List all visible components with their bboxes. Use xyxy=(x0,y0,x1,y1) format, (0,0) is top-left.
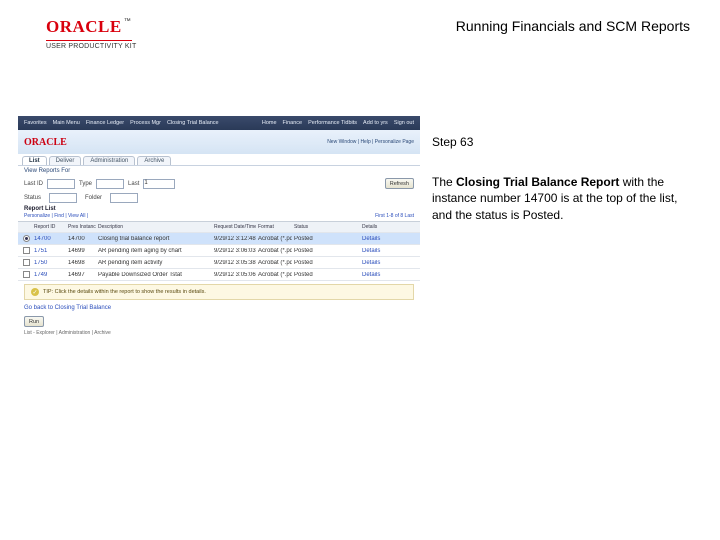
cell-format: Acrobat (*.pdf) xyxy=(256,248,292,254)
run-button[interactable]: Run xyxy=(24,316,44,327)
grid-meta-left[interactable]: Personalize | Find | View All | xyxy=(24,213,88,219)
step-label: Step 63 xyxy=(432,134,692,150)
cell-details[interactable]: Details xyxy=(360,272,390,278)
topbar-item[interactable]: Finance xyxy=(283,120,303,126)
tip-icon: ✓ xyxy=(31,288,39,296)
label-folder: Folder xyxy=(85,195,102,201)
row-checkbox[interactable] xyxy=(23,247,30,254)
page-actions[interactable]: New Window | Help | Personalize Page xyxy=(327,139,414,145)
cell-details[interactable]: Details xyxy=(360,248,390,254)
grid-header-row: Report ID Pres Instance Description Requ… xyxy=(18,222,420,233)
cell-description: Closing trial balance report xyxy=(96,236,212,242)
app-logo: ORACLE xyxy=(24,137,67,148)
cell-details[interactable]: Details xyxy=(360,236,390,242)
cell-report-id[interactable]: 1750 xyxy=(32,260,66,266)
instruction-bold: Closing Trial Balance Report xyxy=(456,175,619,189)
cell-description: AR pending item aging by chart xyxy=(96,248,212,254)
cell-report-id[interactable]: 14700 xyxy=(32,236,66,242)
col-description: Description xyxy=(96,224,212,230)
app-topbar: Favorites Main Menu Finance Ledger Proce… xyxy=(18,116,420,130)
cell-details[interactable]: Details xyxy=(360,260,390,266)
tab-bar: List Deliver Administration Archive xyxy=(18,154,420,166)
label-status: Status xyxy=(24,195,41,201)
tab-administration[interactable]: Administration xyxy=(83,156,135,165)
cell-format: Acrobat (*.pdf) xyxy=(256,272,292,278)
select-folder[interactable] xyxy=(110,193,138,203)
filter-row-1: Last ID Type Last 1 Refresh xyxy=(18,176,420,191)
cell-datetime: 9/29/12 3:06:03PM xyxy=(212,248,256,254)
row-radio[interactable] xyxy=(23,235,30,242)
grid-meta-right[interactable]: First 1-8 of 8 Last xyxy=(375,213,414,219)
tab-deliver[interactable]: Deliver xyxy=(49,156,82,165)
col-datetime: Request Date/Time xyxy=(212,224,256,230)
oracle-logo: ORACLE™ USER PRODUCTIVITY KIT xyxy=(46,18,136,50)
cell-status: Posted xyxy=(292,248,328,254)
cell-instance: 14700 xyxy=(66,236,96,242)
cell-format: Acrobat (*.pdf) xyxy=(256,260,292,266)
input-last[interactable]: 1 xyxy=(143,179,175,189)
page-title: Running Financials and SCM Reports xyxy=(456,18,690,34)
instruction-pre: The xyxy=(432,175,456,189)
cell-status: Posted xyxy=(292,272,328,278)
cell-format: Acrobat (*.pdf) xyxy=(256,236,292,242)
cell-datetime: 9/29/12 3:12:48PM xyxy=(212,236,256,242)
logo-tm: ™ xyxy=(124,18,131,25)
table-row[interactable]: 1749 14697 Payable Downsized Order Tstat… xyxy=(18,269,420,281)
label-type: Type xyxy=(79,181,92,187)
table-row[interactable]: 14700 14700 Closing trial balance report… xyxy=(18,233,420,245)
filter-row-2: Status Folder xyxy=(18,191,420,205)
cell-datetime: 9/29/12 3:05:38PM xyxy=(212,260,256,266)
cell-instance: 14697 xyxy=(66,272,96,278)
report-grid: Report ID Pres Instance Description Requ… xyxy=(18,221,420,281)
tab-archive[interactable]: Archive xyxy=(137,156,171,165)
topbar-item[interactable]: Add to yrs xyxy=(363,120,388,126)
tip-banner: ✓ TIP: Click the details within the repo… xyxy=(24,284,414,300)
logo-subtitle: USER PRODUCTIVITY KIT xyxy=(46,43,136,50)
select-lastid[interactable] xyxy=(47,179,75,189)
embedded-screenshot: Favorites Main Menu Finance Ledger Proce… xyxy=(18,116,420,334)
cell-status: Posted xyxy=(292,236,328,242)
table-row[interactable]: 1750 14698 AR pending item activity 9/29… xyxy=(18,257,420,269)
tab-list[interactable]: List xyxy=(22,156,47,165)
logo-divider xyxy=(46,40,132,41)
col-details: Details xyxy=(360,224,390,230)
topbar-item[interactable]: Favorites xyxy=(24,120,47,126)
refresh-button[interactable]: Refresh xyxy=(385,178,414,189)
topbar-item[interactable]: Home xyxy=(262,120,277,126)
col-report-id: Report ID xyxy=(32,224,66,230)
row-checkbox[interactable] xyxy=(23,259,30,266)
cell-description: AR pending item activity xyxy=(96,260,212,266)
cell-report-id[interactable]: 1751 xyxy=(32,248,66,254)
cell-status: Posted xyxy=(292,260,328,266)
go-back-link[interactable]: Go back to Closing Trial Balance xyxy=(18,303,420,313)
label-lastid: Last ID xyxy=(24,181,43,187)
select-type[interactable] xyxy=(96,179,124,189)
topbar-item[interactable]: Sign out xyxy=(394,120,414,126)
tip-text: TIP: Click the details within the report… xyxy=(43,289,206,295)
footer-links[interactable]: List - Explorer | Administration | Archi… xyxy=(18,330,420,336)
row-checkbox[interactable] xyxy=(23,271,30,278)
topbar-item[interactable]: Process Mgr xyxy=(130,120,161,126)
cell-description: Payable Downsized Order Tstat xyxy=(96,272,212,278)
topbar-item[interactable]: Finance Ledger xyxy=(86,120,124,126)
col-format: Format xyxy=(256,224,292,230)
cell-datetime: 9/29/12 3:05:06PM xyxy=(212,272,256,278)
col-instance: Pres Instance xyxy=(66,224,96,230)
select-status[interactable] xyxy=(49,193,77,203)
cell-instance: 14698 xyxy=(66,260,96,266)
col-status: Status xyxy=(292,224,328,230)
app-banner: ORACLE New Window | Help | Personalize P… xyxy=(18,130,420,154)
cell-instance: 14699 xyxy=(66,248,96,254)
topbar-item[interactable]: Performance Tidbits xyxy=(308,120,357,126)
topbar-item[interactable]: Closing Trial Balance xyxy=(167,120,219,126)
topbar-item[interactable]: Main Menu xyxy=(53,120,80,126)
section-title: View Reports For xyxy=(18,166,420,176)
instruction-text: The Closing Trial Balance Report with th… xyxy=(432,174,692,223)
cell-report-id[interactable]: 1749 xyxy=(32,272,66,278)
label-last: Last xyxy=(128,181,139,187)
report-list-header: Report List xyxy=(18,205,420,213)
table-row[interactable]: 1751 14699 AR pending item aging by char… xyxy=(18,245,420,257)
logo-text: ORACLE xyxy=(46,17,122,36)
